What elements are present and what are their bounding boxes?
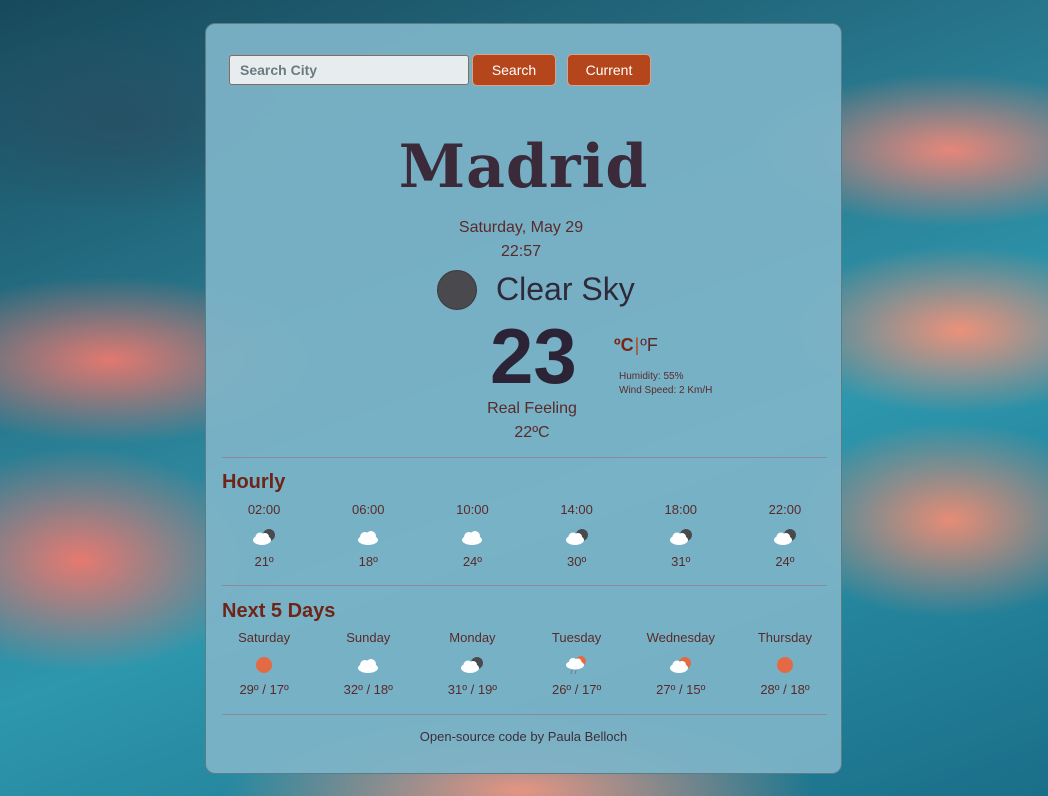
current-date: Saturday, May 29 — [458, 219, 584, 236]
footer-credit[interactable]: Open-source code by Paula Belloch — [206, 729, 841, 744]
cloud-icon — [358, 659, 379, 673]
moon-icon — [437, 270, 477, 310]
day-label: Sunday — [346, 630, 391, 645]
search-city-input[interactable] — [229, 55, 469, 85]
hour-label: 10:00 — [456, 502, 489, 517]
night-cloudy-icon — [253, 529, 276, 545]
night-cloudy-icon — [565, 529, 588, 545]
sun-icon — [256, 657, 273, 673]
day-temp: 26º / 17º — [551, 682, 602, 697]
day-label: Wednesday — [646, 630, 715, 645]
day-temp: 31º / 19º — [447, 682, 498, 697]
divider — [222, 714, 827, 715]
daily-forecast: Saturday 29º / 17º Sunday 32º / 18º Mond… — [212, 628, 837, 698]
sun-cloud-icon — [669, 657, 691, 673]
night-cloudy-icon — [669, 529, 692, 545]
day-label: Tuesday — [551, 630, 602, 645]
divider — [222, 457, 827, 458]
sun-rain-cloud-icon — [565, 656, 586, 675]
daily-item: Saturday 29º / 17º — [212, 628, 316, 698]
divider — [222, 585, 827, 586]
day-label: Saturday — [238, 630, 291, 645]
humidity-text: Humidity: 55% — [619, 371, 684, 382]
daily-item: Monday 31º / 19º — [420, 628, 524, 698]
daily-item: Thursday 28º / 18º — [733, 628, 837, 698]
current-temperature: 23 — [490, 312, 577, 400]
current-location-button[interactable]: Current — [567, 54, 651, 86]
hour-temp: 24º — [462, 554, 483, 569]
real-feeling-label: Real Feeling — [487, 400, 577, 417]
daily-item: Sunday 32º / 18º — [316, 628, 420, 698]
day-temp: 27º / 15º — [656, 682, 706, 697]
real-feeling-value: 22ºC — [514, 424, 550, 441]
hourly-forecast: 02:00 21º 06:00 18º 10:00 24º 14:00 30º … — [212, 500, 837, 570]
day-label: Monday — [449, 630, 496, 645]
sun-icon — [776, 657, 793, 673]
current-time: 22:57 — [500, 243, 542, 260]
wind-speed-text: Wind Speed: 2 Km/H — [619, 385, 713, 396]
hourly-item: 22:00 24º — [733, 500, 837, 570]
daily-item: Wednesday 27º / 15º — [629, 628, 733, 698]
hour-label: 02:00 — [247, 502, 281, 517]
hourly-item: 10:00 24º — [420, 500, 524, 570]
hourly-item: 06:00 18º — [316, 500, 420, 570]
hourly-item: 14:00 30º — [525, 500, 629, 570]
day-temp: 32º / 18º — [343, 682, 393, 697]
hour-temp: 21º — [254, 554, 274, 569]
hour-label: 18:00 — [664, 502, 698, 517]
hour-label: 14:00 — [560, 502, 593, 517]
night-cloudy-icon — [461, 657, 484, 673]
weather-description: Clear Sky — [496, 271, 635, 307]
day-temp: 29º / 17º — [239, 682, 289, 697]
weather-card: Search Current Madrid Saturday, May 29 2… — [205, 23, 842, 774]
city-name: Madrid — [398, 132, 649, 202]
unit-separator: | — [634, 335, 640, 355]
day-label: Thursday — [757, 630, 813, 645]
search-button[interactable]: Search — [472, 54, 556, 86]
cloud-icon — [358, 531, 379, 545]
hourly-item: 18:00 31º — [629, 500, 733, 570]
hour-temp: 30º — [566, 554, 587, 569]
cloud-icon — [462, 531, 483, 545]
celsius-link[interactable]: ºC — [614, 335, 634, 355]
day-temp: 28º / 18º — [760, 682, 810, 697]
fahrenheit-link[interactable]: ºF — [640, 335, 658, 355]
night-cloudy-icon — [773, 529, 796, 545]
hour-temp: 31º — [671, 554, 691, 569]
hour-temp: 18º — [358, 554, 378, 569]
daily-title: Next 5 Days — [222, 600, 336, 622]
hourly-title: Hourly — [222, 471, 286, 493]
search-bar: Search Current — [229, 54, 651, 86]
daily-item: Tuesday 26º / 17º — [525, 628, 629, 698]
unit-toggle: ºC|ºF — [614, 335, 658, 356]
weather-details: Humidity: 55% Wind Speed: 2 Km/H — [619, 370, 712, 398]
hourly-item: 02:00 21º — [212, 500, 316, 570]
hour-label: 22:00 — [768, 502, 802, 517]
hour-label: 06:00 — [351, 502, 385, 517]
hour-temp: 24º — [775, 554, 795, 569]
